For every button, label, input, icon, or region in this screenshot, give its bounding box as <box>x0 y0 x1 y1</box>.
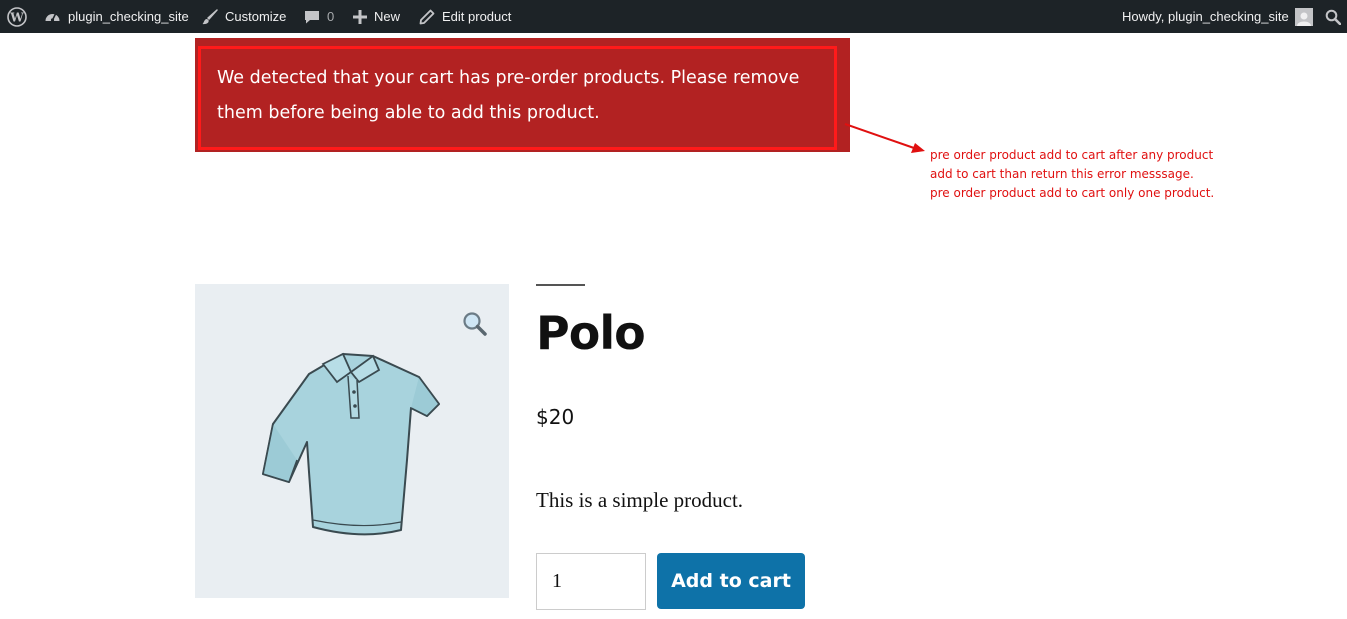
search-icon <box>1325 9 1341 25</box>
annotation-line: pre order product add to cart only one p… <box>930 186 1215 200</box>
search-link[interactable] <box>1325 0 1347 33</box>
plus-icon <box>353 9 367 24</box>
product-title: Polo <box>536 306 646 360</box>
pencil-icon <box>419 9 435 25</box>
polo-shirt-image <box>262 352 441 536</box>
customize-link[interactable]: Customize <box>202 0 286 33</box>
annotation-line: add to cart than return this error messs… <box>930 167 1194 181</box>
annotation-note: pre order product add to cart after any … <box>930 146 1260 203</box>
magnifier-zoom-icon[interactable] <box>462 311 488 342</box>
comments-link[interactable]: 0 <box>304 0 334 33</box>
site-name-link[interactable]: plugin_checking_site <box>44 0 189 33</box>
error-notice: We detected that your cart has pre-order… <box>195 38 850 152</box>
product-price: $20 <box>536 405 575 429</box>
title-divider <box>536 284 585 286</box>
new-content-link[interactable]: New <box>353 0 400 33</box>
site-name: plugin_checking_site <box>68 9 189 24</box>
customize-label: Customize <box>225 9 287 24</box>
quantity-input[interactable] <box>536 553 646 610</box>
wordpress-logo-link[interactable]: W <box>7 0 34 33</box>
howdy-label: Howdy, plugin_checking_site <box>1122 9 1289 24</box>
wordpress-logo-icon: W <box>7 6 27 27</box>
add-to-cart-button[interactable]: Add to cart <box>657 553 805 609</box>
dashboard-icon <box>44 9 61 24</box>
product-gallery[interactable] <box>195 284 509 598</box>
svg-text:W: W <box>9 10 24 24</box>
edit-product-label: Edit product <box>442 9 512 24</box>
annotation-line: pre order product add to cart after any … <box>930 148 1214 162</box>
new-label: New <box>374 9 401 24</box>
my-account-link[interactable]: Howdy, plugin_checking_site <box>1122 0 1313 33</box>
brush-icon <box>202 8 218 25</box>
comments-count: 0 <box>327 9 335 24</box>
notice-message: We detected that your cart has pre-order… <box>217 68 800 123</box>
edit-product-link[interactable]: Edit product <box>419 0 511 33</box>
avatar <box>1294 7 1313 26</box>
admin-bar: W plugin_checking_site Customize 0 New E… <box>0 0 1347 33</box>
product-description: This is a simple product. <box>536 488 744 512</box>
comment-bubble-icon <box>304 9 320 25</box>
